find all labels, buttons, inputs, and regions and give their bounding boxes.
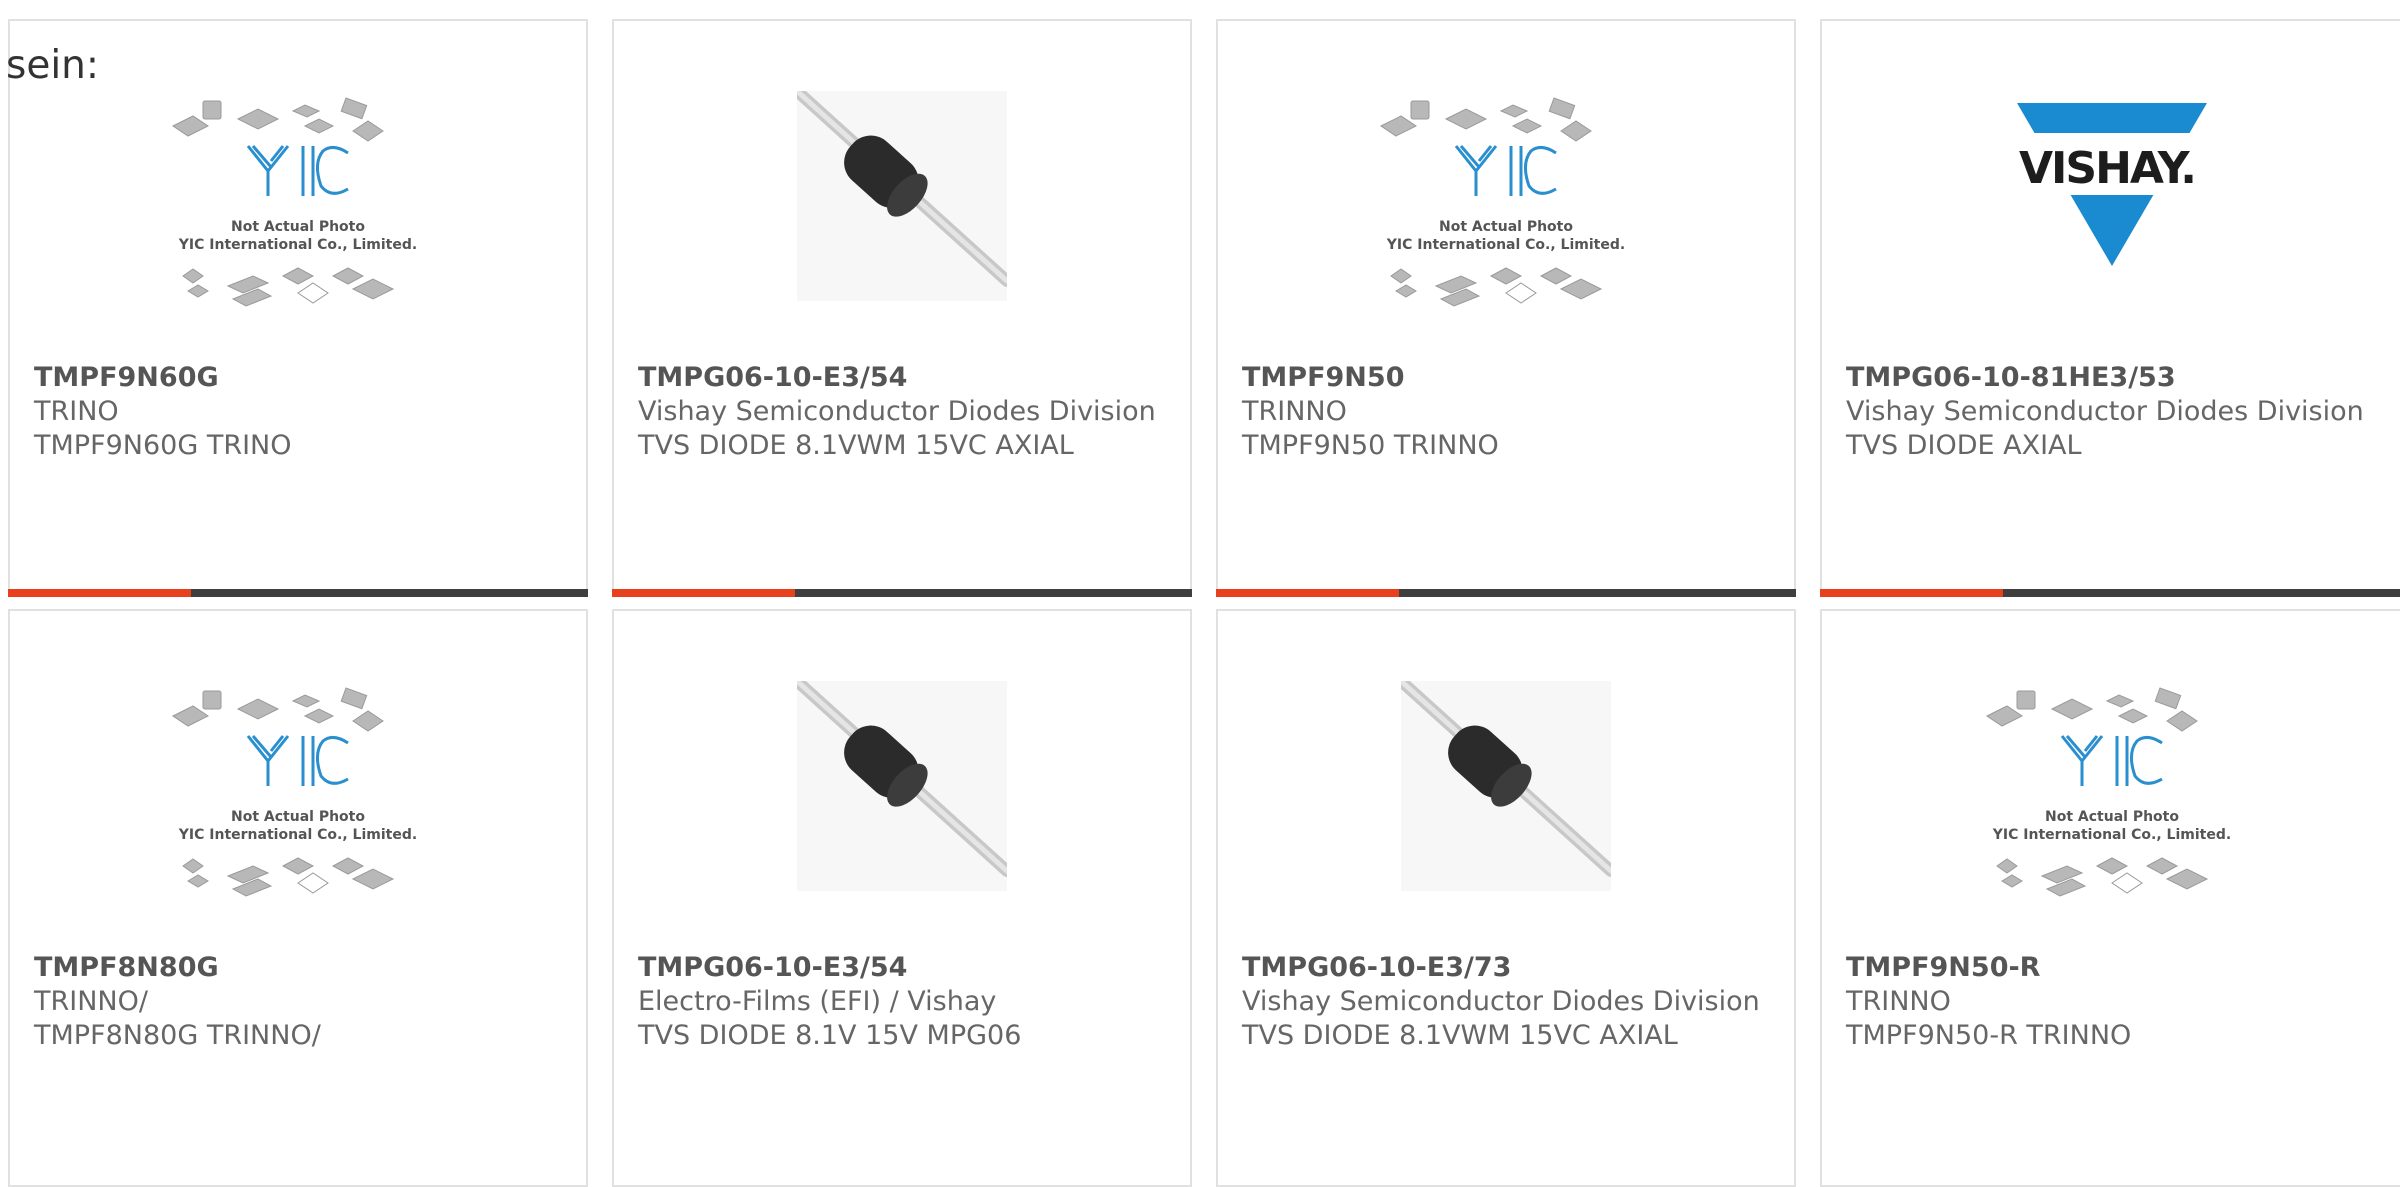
product-image[interactable] (1218, 661, 1794, 911)
description: TMPF8N80G TRINNO/ (34, 1020, 321, 1051)
image-caption-2: YIC International Co., Limited. (178, 237, 417, 253)
card-bottom-bar (612, 589, 1192, 597)
yic-placeholder-image: Not Actual Photo YIC International Co., … (1380, 97, 1625, 307)
part-number[interactable]: TMPG06-10-E3/54 (638, 951, 1174, 985)
description: TMPF9N50-R TRINNO (1846, 1020, 2132, 1051)
card-bar-accent (1216, 589, 1399, 597)
manufacturer: TRINO (34, 396, 119, 427)
axial-diode-image (797, 91, 1007, 301)
part-number[interactable]: TMPG06-10-81HE3/53 (1846, 361, 2386, 395)
part-number[interactable]: TMPF9N60G (34, 361, 570, 395)
product-image[interactable]: Not Actual Photo YIC International Co., … (1218, 71, 1794, 321)
image-caption-1: Not Actual Photo (231, 219, 365, 235)
card-bar-accent (8, 589, 191, 597)
product-image[interactable]: Not Actual Photo YIC International Co., … (10, 661, 586, 911)
card-bottom-bar (1216, 589, 1796, 597)
product-card[interactable]: Not Actual Photo YIC International Co., … (1216, 19, 1796, 597)
part-number[interactable]: TMPG06-10-E3/54 (638, 361, 1174, 395)
yic-placeholder-image: Not Actual Photo YIC International Co., … (172, 687, 417, 897)
product-image[interactable]: Not Actual Photo YIC International Co., … (1822, 661, 2400, 911)
product-image[interactable] (614, 661, 1190, 911)
vishay-logo-image: VISHAY. (2007, 103, 2217, 266)
image-caption-1: Not Actual Photo (1439, 219, 1573, 235)
yic-placeholder-image: Not Actual Photo YIC International Co., … (1986, 687, 2231, 897)
product-image[interactable]: Not Actual Photo YIC International Co., … (10, 71, 586, 321)
card-bottom-bar (1820, 589, 2400, 597)
product-card[interactable]: TMPG06-10-E3/73 Vishay Semiconductor Dio… (1216, 609, 1796, 1187)
part-number[interactable]: TMPF9N50-R (1846, 951, 2386, 985)
manufacturer: Vishay Semiconductor Diodes Division (1242, 986, 1760, 1017)
product-card[interactable]: Not Actual Photo YIC International Co., … (1820, 609, 2400, 1187)
product-card[interactable]: Not Actual Photo YIC International Co., … (8, 609, 588, 1187)
product-image[interactable] (614, 71, 1190, 321)
axial-diode-image (1401, 681, 1611, 891)
product-card[interactable]: TMPG06-10-E3/54 Vishay Semiconductor Dio… (612, 19, 1192, 597)
description: TMPF9N60G TRINO (34, 430, 292, 461)
product-grid: Not Actual Photo YIC International Co., … (0, 0, 2400, 1187)
product-card[interactable]: Not Actual Photo YIC International Co., … (8, 19, 588, 597)
part-number[interactable]: TMPG06-10-E3/73 (1242, 951, 1778, 985)
card-bottom-bar (8, 589, 588, 597)
intro-text: sein: (6, 43, 100, 88)
part-number[interactable]: TMPF9N50 (1242, 361, 1778, 395)
yic-placeholder-image: Not Actual Photo YIC International Co., … (172, 97, 417, 307)
manufacturer: TRINNO (1242, 396, 1347, 427)
product-card[interactable]: VISHAY. TMPG06-10-81HE3/53 Vishay Semico… (1820, 19, 2400, 597)
product-image[interactable]: VISHAY. (1822, 71, 2400, 321)
image-caption-1: Not Actual Photo (2045, 809, 2179, 825)
manufacturer: TRINNO/ (34, 986, 148, 1017)
product-card[interactable]: TMPG06-10-E3/54 Electro-Films (EFI) / Vi… (612, 609, 1192, 1187)
manufacturer: Vishay Semiconductor Diodes Division (638, 396, 1156, 427)
description: TVS DIODE 8.1VWM 15VC AXIAL (1242, 1020, 1678, 1051)
vishay-logo-text: VISHAY. (2019, 143, 2195, 194)
description: TVS DIODE 8.1VWM 15VC AXIAL (638, 430, 1074, 461)
image-caption-2: YIC International Co., Limited. (178, 827, 417, 843)
manufacturer: TRINNO (1846, 986, 1951, 1017)
description: TVS DIODE AXIAL (1846, 430, 2082, 461)
description: TMPF9N50 TRINNO (1242, 430, 1499, 461)
description: TVS DIODE 8.1V 15V MPG06 (638, 1020, 1022, 1051)
image-caption-1: Not Actual Photo (231, 809, 365, 825)
image-caption-2: YIC International Co., Limited. (1386, 237, 1625, 253)
part-number[interactable]: TMPF8N80G (34, 951, 570, 985)
axial-diode-image (797, 681, 1007, 891)
card-bar-accent (612, 589, 795, 597)
image-caption-2: YIC International Co., Limited. (1992, 827, 2231, 843)
manufacturer: Vishay Semiconductor Diodes Division (1846, 396, 2364, 427)
card-bar-accent (1820, 589, 2003, 597)
manufacturer: Electro-Films (EFI) / Vishay (638, 986, 997, 1017)
